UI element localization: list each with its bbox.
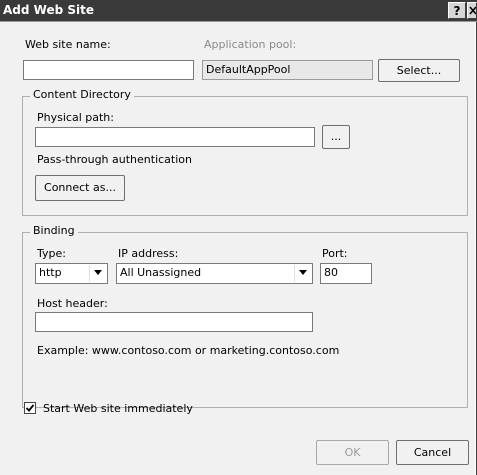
content-directory-group-label: Content Directory — [30, 88, 134, 101]
ok-button[interactable]: OK — [316, 440, 389, 465]
chevron-down-icon[interactable] — [294, 265, 311, 282]
type-label: Type: — [37, 247, 66, 260]
port-label: Port: — [322, 247, 348, 260]
checkmark-icon — [25, 404, 35, 412]
type-dropdown[interactable]: http — [35, 263, 108, 284]
help-button[interactable]: ? — [448, 2, 466, 19]
dialog-body: Web site name: Application pool: Default… — [0, 22, 475, 475]
dialog-title: Add Web Site — [3, 3, 94, 17]
application-pool-field: DefaultAppPool — [202, 60, 373, 80]
example-hint: Example: www.contoso.com or marketing.co… — [37, 344, 340, 357]
start-immediately-checkbox[interactable] — [24, 402, 36, 414]
physical-path-input[interactable] — [35, 127, 315, 147]
ip-address-dropdown[interactable]: All Unassigned — [116, 263, 313, 284]
type-value: http — [39, 266, 62, 279]
port-input[interactable]: 80 — [320, 263, 372, 284]
cancel-button[interactable]: Cancel — [396, 440, 469, 465]
chevron-down-icon[interactable] — [89, 265, 106, 282]
close-button[interactable] — [467, 2, 477, 19]
binding-group-label: Binding — [30, 224, 78, 237]
physical-path-label: Physical path: — [37, 111, 114, 124]
connect-as-button[interactable]: Connect as... — [35, 175, 125, 201]
add-web-site-dialog: Add Web Site ? Web site name: Applicatio… — [0, 0, 477, 475]
web-site-name-label: Web site name: — [25, 38, 111, 51]
web-site-name-input[interactable] — [23, 60, 194, 80]
ip-address-label: IP address: — [118, 247, 179, 260]
close-icon — [469, 6, 476, 15]
start-immediately-label: Start Web site immediately — [43, 402, 193, 415]
pass-through-authentication-label: Pass-through authentication — [37, 153, 192, 166]
ip-address-value: All Unassigned — [120, 266, 202, 279]
host-header-label: Host header: — [37, 297, 108, 310]
browse-path-button[interactable]: ... — [322, 125, 350, 149]
select-app-pool-button[interactable]: Select... — [378, 59, 460, 82]
title-bar[interactable]: Add Web Site ? — [0, 0, 477, 22]
application-pool-label: Application pool: — [204, 38, 297, 51]
host-header-input[interactable] — [35, 312, 313, 332]
